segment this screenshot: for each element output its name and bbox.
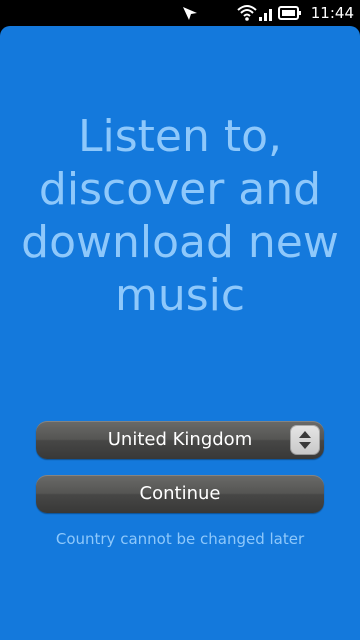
continue-button[interactable]: Continue [36, 475, 324, 513]
country-note: Country cannot be changed later [55, 530, 305, 548]
country-select[interactable]: United Kingdom [36, 421, 324, 459]
battery-icon [278, 3, 302, 23]
country-select-value: United Kingdom [107, 429, 253, 450]
main-panel: Listen to, discover and download new mus… [0, 26, 360, 640]
wifi-icon [237, 3, 257, 23]
status-bar: 11:44 [0, 0, 360, 26]
status-time: 11:44 [310, 4, 354, 22]
signal-bars-icon [258, 3, 276, 23]
up-down-arrows-icon [290, 425, 320, 455]
location-arrow-icon [180, 3, 200, 23]
headline: Listen to, discover and download new mus… [21, 111, 339, 321]
